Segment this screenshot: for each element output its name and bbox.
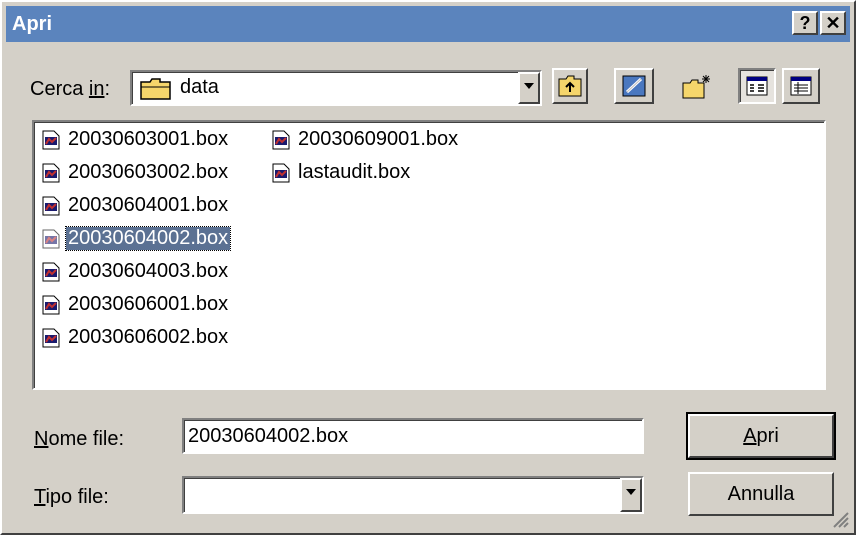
- box-file-icon: [42, 262, 60, 282]
- box-file-icon: [42, 229, 60, 249]
- file-name: 20030609001.box: [298, 128, 459, 150]
- new-folder-button[interactable]: [676, 68, 716, 104]
- box-file-icon: [42, 163, 60, 183]
- help-button[interactable]: ?: [792, 11, 818, 35]
- box-file-icon: [272, 163, 290, 183]
- folder-icon: [140, 78, 172, 105]
- file-name: 20030606002.box: [68, 326, 229, 348]
- list-view-button[interactable]: [738, 68, 776, 104]
- up-folder-button[interactable]: [552, 68, 588, 104]
- resize-grip-icon[interactable]: [830, 509, 850, 534]
- box-file-icon: [42, 196, 60, 216]
- file-name: 20030604003.box: [68, 260, 229, 282]
- file-list[interactable]: 20030603001.box 20030603002.box 2003060400…: [32, 120, 826, 390]
- look-in-value: data: [180, 76, 219, 98]
- box-file-icon: [272, 130, 290, 150]
- close-button[interactable]: ✕: [820, 11, 846, 35]
- filename-label: Nome file:: [34, 428, 125, 450]
- file-name: 20030603002.box: [68, 161, 229, 183]
- window-title: Apri: [12, 13, 52, 35]
- look-in-label: Cerca in:: [30, 78, 111, 100]
- filetype-label: Tipo file:: [34, 486, 109, 508]
- look-in-dropdown-arrow[interactable]: [518, 72, 540, 104]
- file-name: 20030606001.box: [68, 293, 229, 315]
- desktop-button[interactable]: [614, 68, 654, 104]
- filetype-dropdown-arrow[interactable]: [620, 478, 642, 512]
- up-folder-icon: [558, 75, 582, 102]
- box-file-icon: [42, 328, 60, 348]
- filename-value: 20030604002.box: [188, 425, 349, 447]
- cancel-button[interactable]: Annulla: [688, 472, 834, 516]
- file-name: 20030603001.box: [68, 128, 229, 150]
- open-button[interactable]: Apri: [686, 412, 836, 460]
- open-dialog: Apri ? ✕ Cerca in: data 20030603001.box …: [0, 0, 856, 535]
- file-name: 20030604001.box: [68, 194, 229, 216]
- title-bar[interactable]: Apri ? ✕: [6, 6, 850, 42]
- list-view-icon: [746, 76, 768, 101]
- box-file-icon: [42, 130, 60, 150]
- details-view-button[interactable]: [782, 68, 820, 104]
- filename-input[interactable]: 20030604002.box: [182, 418, 644, 454]
- details-view-icon: [790, 76, 812, 101]
- box-file-icon: [42, 295, 60, 315]
- file-name: 20030604002.box: [64, 226, 232, 251]
- new-folder-icon: [682, 74, 712, 105]
- filetype-combo[interactable]: [182, 476, 644, 514]
- look-in-combo[interactable]: data: [130, 70, 542, 106]
- desktop-icon: [621, 74, 647, 103]
- file-name: lastaudit.box: [298, 161, 411, 183]
